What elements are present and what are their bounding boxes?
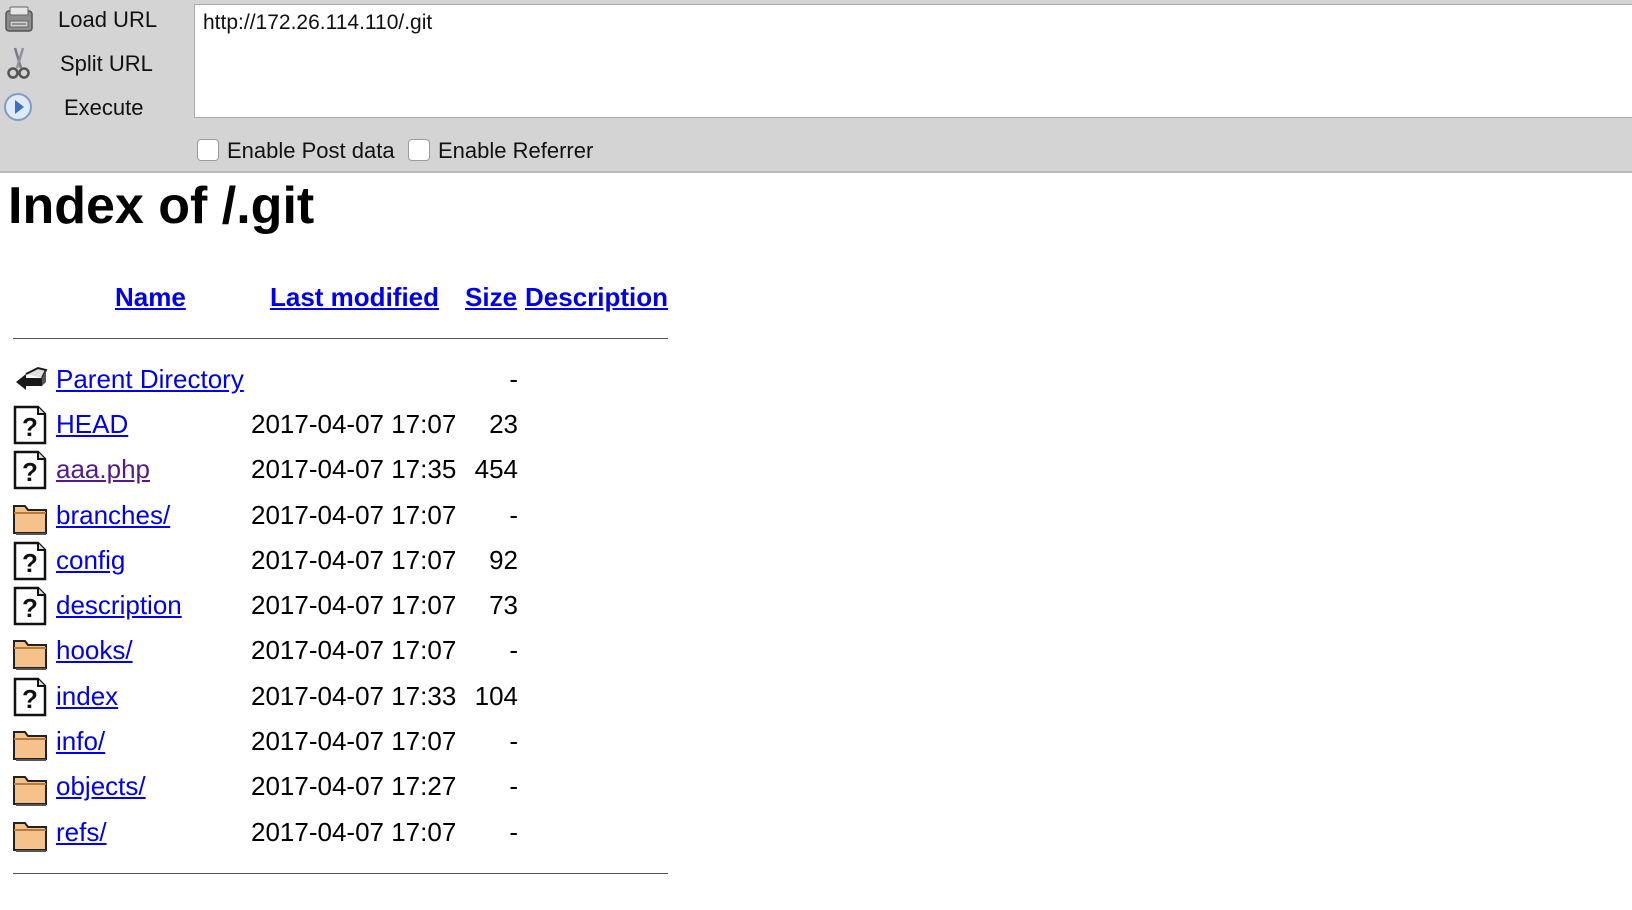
sort-by-description-link[interactable]: Description <box>525 282 668 313</box>
list-item: ? index 2017-04-07 17:33 104 <box>0 677 700 721</box>
list-item: ? aaa.php 2017-04-07 17:35 454 <box>0 450 700 494</box>
execute-button[interactable]: Execute <box>0 88 190 128</box>
folder-icon <box>12 722 48 762</box>
unknown-file-icon: ? <box>12 405 48 445</box>
file-size: - <box>509 771 518 801</box>
svg-text:?: ? <box>22 412 38 442</box>
hackbar-toolbar: Load URL Split URL Execute http://172.26… <box>0 0 1632 173</box>
file-size: - <box>509 364 518 394</box>
file-link[interactable]: HEAD <box>56 409 128 440</box>
list-item: objects/2017-04-07 17:27 - <box>0 767 700 811</box>
folder-icon <box>12 631 48 671</box>
last-modified: 2017-04-07 17:27 <box>251 771 457 801</box>
header-divider <box>13 338 668 339</box>
svg-text:?: ? <box>22 684 38 714</box>
list-item: ? description 2017-04-07 17:07 73 <box>0 586 700 630</box>
checkbox-box[interactable] <box>408 139 430 161</box>
list-item: ? config 2017-04-07 17:07 92 <box>0 541 700 585</box>
file-size: - <box>509 726 518 756</box>
list-item: branches/2017-04-07 17:07 - <box>0 496 700 540</box>
unknown-file-icon: ? <box>12 677 48 717</box>
svg-text:?: ? <box>22 593 38 623</box>
list-item: ? HEAD 2017-04-07 17:07 23 <box>0 405 700 449</box>
unknown-file-icon: ? <box>12 450 48 490</box>
split-url-label: Split URL <box>60 51 153 76</box>
last-modified: 2017-04-07 17:35 <box>251 454 457 484</box>
file-link[interactable]: objects/ <box>56 771 146 802</box>
file-size: 454 <box>474 454 518 484</box>
folder-icon <box>12 496 48 536</box>
split-url-button[interactable]: Split URL <box>0 44 190 84</box>
url-input[interactable]: http://172.26.114.110/.git <box>194 4 1632 118</box>
last-modified: 2017-04-07 17:07 <box>251 590 457 620</box>
file-link[interactable]: branches/ <box>56 500 170 531</box>
unknown-file-icon: ? <box>12 586 48 626</box>
scissors-icon <box>7 47 30 79</box>
sort-by-size-link[interactable]: Size <box>465 282 517 313</box>
play-icon <box>4 93 32 121</box>
folder-icon <box>12 813 48 853</box>
list-item: refs/2017-04-07 17:07 - <box>0 813 700 857</box>
file-size: 92 <box>489 545 518 575</box>
checkbox-box[interactable] <box>197 139 219 161</box>
load-url-button[interactable]: Load URL <box>0 0 190 40</box>
list-item: hooks/2017-04-07 17:07 - <box>0 631 700 675</box>
file-size: 104 <box>474 681 518 711</box>
last-modified: 2017-04-07 17:07 <box>251 635 457 665</box>
file-link[interactable]: config <box>56 545 125 576</box>
svg-text:?: ? <box>22 548 38 578</box>
page-title: Index of /.git <box>8 177 315 235</box>
enable-post-data-label: Enable Post data <box>227 138 395 163</box>
file-size: - <box>509 817 518 847</box>
file-link[interactable]: hooks/ <box>56 635 133 666</box>
file-link[interactable]: refs/ <box>56 817 107 848</box>
sort-by-name-link[interactable]: Name <box>115 282 186 313</box>
file-link[interactable]: info/ <box>56 726 105 757</box>
file-size: - <box>509 635 518 665</box>
list-item: info/2017-04-07 17:07 - <box>0 722 700 766</box>
file-size: 73 <box>489 590 518 620</box>
file-link[interactable]: index <box>56 681 118 712</box>
footer-divider <box>13 873 668 874</box>
last-modified: 2017-04-07 17:07 <box>251 500 457 530</box>
svg-text:?: ? <box>22 457 38 487</box>
sort-by-last-modified-link[interactable]: Last modified <box>270 282 439 313</box>
file-link[interactable]: Parent Directory <box>56 364 244 395</box>
last-modified: 2017-04-07 17:33 <box>251 681 457 711</box>
unknown-file-icon: ? <box>12 541 48 581</box>
load-url-icon <box>5 6 33 32</box>
file-size: 23 <box>489 409 518 439</box>
enable-referrer-label: Enable Referrer <box>438 138 594 163</box>
last-modified: 2017-04-07 17:07 <box>251 409 457 439</box>
back-icon <box>12 360 48 400</box>
file-size: - <box>509 500 518 530</box>
file-link[interactable]: aaa.php <box>56 454 150 485</box>
list-item: Parent Directory - <box>0 360 700 404</box>
last-modified: 2017-04-07 17:07 <box>251 817 457 847</box>
load-url-label: Load URL <box>58 7 158 32</box>
last-modified: 2017-04-07 17:07 <box>251 545 457 575</box>
folder-icon <box>12 767 48 807</box>
execute-label: Execute <box>64 95 144 120</box>
last-modified: 2017-04-07 17:07 <box>251 726 457 756</box>
file-link[interactable]: description <box>56 590 182 621</box>
